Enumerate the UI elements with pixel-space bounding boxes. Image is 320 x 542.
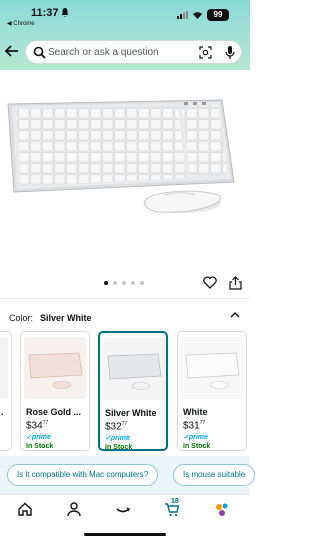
variant-card-partial[interactable]: . — [0, 331, 12, 451]
question-suggestions: Is it compatible with Mac computers? Is … — [0, 456, 256, 494]
search-bar[interactable]: Search or ask a question — [25, 40, 242, 64]
variant-thumbnail — [24, 337, 86, 399]
signal-icon — [177, 11, 188, 19]
share-icon[interactable] — [229, 276, 242, 290]
search-icon — [33, 46, 46, 59]
variant-thumbnail — [103, 338, 165, 400]
variant-name: White — [183, 407, 208, 417]
variant-thumbnail — [181, 337, 243, 399]
prime-badge: ✓prime — [183, 434, 208, 441]
suggestion-chip[interactable]: Is it compatible with Mac computers? — [7, 464, 159, 486]
back-arrow-icon[interactable] — [3, 42, 21, 60]
carousel-dot[interactable] — [122, 281, 126, 285]
carousel-dot[interactable] — [140, 281, 144, 285]
microphone-icon[interactable] — [224, 45, 236, 60]
variant-carousel[interactable]: . Rose Gold ... $3477 ✓prime In Stock Si… — [0, 331, 250, 451]
carousel-dot-active[interactable] — [104, 281, 108, 285]
home-indicator — [84, 533, 166, 536]
wifi-icon — [193, 12, 202, 19]
assistant-dots-icon[interactable] — [214, 501, 230, 517]
status-time: 11:37 — [31, 7, 59, 19]
section-divider — [0, 298, 250, 299]
color-label: Color: — [9, 313, 34, 323]
stock-status: In Stock — [183, 443, 211, 450]
variant-name: Rose Gold ... — [26, 407, 82, 417]
chevron-up-icon[interactable] — [230, 311, 240, 319]
variant-card-silver-white[interactable]: Silver White $3277 ✓prime In Stock — [98, 331, 168, 451]
variant-thumbnail — [0, 337, 8, 399]
search-input[interactable]: Search or ask a question — [48, 47, 159, 58]
account-icon[interactable] — [66, 501, 82, 517]
home-icon[interactable] — [17, 501, 33, 517]
status-bar: 11:37 ◀ Chrome 99 — [0, 0, 250, 30]
prime-badge: ✓prime — [105, 435, 130, 442]
stock-status: In Stock — [26, 443, 54, 450]
variant-name: . — [1, 407, 4, 417]
variant-name: Silver White — [105, 408, 157, 418]
suggestion-chip[interactable]: Is mouse suitable — [173, 464, 256, 486]
product-image[interactable] — [0, 70, 250, 275]
keyboard-mouse-illustration — [7, 99, 235, 213]
prime-badge: ✓prime — [26, 434, 51, 441]
carousel-dot[interactable] — [131, 281, 135, 285]
variant-card-white[interactable]: White $3177 ✓prime In Stock — [177, 331, 247, 451]
amazon-smile-icon[interactable] — [115, 501, 131, 517]
carousel-dot[interactable] — [113, 281, 117, 285]
variant-price: $3277 — [105, 421, 128, 433]
variant-price: $3477 — [26, 420, 49, 432]
back-to-app-link[interactable]: ◀ Chrome — [7, 20, 35, 27]
variant-card-rose-gold[interactable]: Rose Gold ... $3477 ✓prime In Stock — [20, 331, 90, 451]
variant-price: $3177 — [183, 420, 206, 432]
battery-indicator: 99 — [207, 9, 229, 21]
camera-scan-icon[interactable] — [199, 46, 212, 59]
stock-status: In Stock — [105, 444, 133, 451]
color-selected-value: Silver White — [40, 313, 92, 323]
cart-count-badge: 18 — [171, 498, 179, 505]
bell-icon — [61, 8, 69, 17]
app-header: 11:37 ◀ Chrome 99 Search or ask a questi… — [0, 0, 250, 70]
heart-icon[interactable] — [203, 276, 217, 289]
